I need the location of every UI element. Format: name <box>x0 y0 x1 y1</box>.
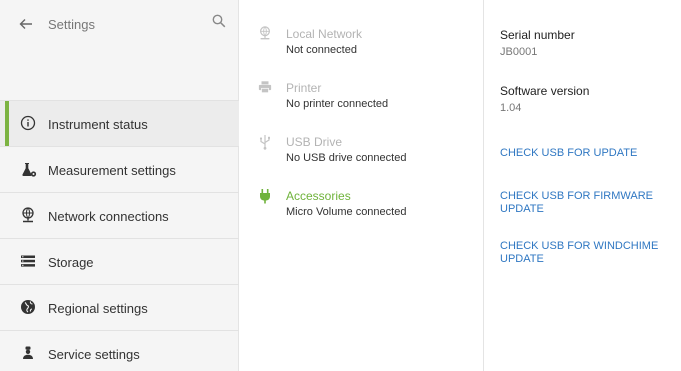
sidebar-item-regional-settings[interactable]: Regional settings <box>0 284 239 330</box>
software-version-value: 1.04 <box>500 102 522 114</box>
check-usb-windchime-update-button[interactable]: CHECK USB FOR WINDCHIME UPDATE <box>500 240 675 266</box>
connections-panel: Local Network Not connected Printer No p… <box>240 0 484 371</box>
globe-icon <box>20 299 38 317</box>
connection-name: USB Drive <box>286 135 343 149</box>
usb-icon <box>258 134 272 150</box>
globe-network-icon <box>20 207 38 225</box>
sidebar-item-storage[interactable]: Storage <box>0 238 239 284</box>
sidebar-item-label: Instrument status <box>48 117 148 132</box>
storage-list-icon <box>20 253 38 271</box>
connection-name: Local Network <box>286 27 363 41</box>
connection-printer: Printer No printer connected <box>240 54 484 110</box>
sidebar-title: Settings <box>48 17 95 32</box>
serial-number-label: Serial number <box>500 28 575 42</box>
sidebar-item-service-settings[interactable]: Service settings <box>0 330 239 371</box>
sidebar-header: Settings <box>0 0 239 100</box>
settings-sidebar: Settings Instrument status Measurement s… <box>0 0 239 371</box>
arrow-left-icon[interactable] <box>18 16 38 36</box>
printer-icon <box>258 80 272 94</box>
check-usb-update-button[interactable]: CHECK USB FOR UPDATE <box>500 147 675 160</box>
service-person-icon <box>20 345 38 363</box>
active-indicator <box>5 101 9 147</box>
connection-name: Printer <box>286 81 322 95</box>
connection-local-network: Local Network Not connected <box>240 0 484 56</box>
connection-status: Micro Volume connected <box>286 206 407 218</box>
sidebar-item-measurement-settings[interactable]: Measurement settings <box>0 146 239 192</box>
sidebar-item-label: Network connections <box>48 209 169 224</box>
plug-icon <box>258 188 272 204</box>
sidebar-item-label: Service settings <box>48 347 140 362</box>
search-icon[interactable] <box>212 14 228 30</box>
flask-gear-icon <box>20 161 38 179</box>
sidebar-item-label: Regional settings <box>48 301 148 316</box>
connection-accessories: Accessories Micro Volume connected <box>240 162 484 218</box>
sidebar-item-network-connections[interactable]: Network connections <box>0 192 239 238</box>
connection-usb-drive: USB Drive No USB drive connected <box>240 108 484 164</box>
info-circle-icon <box>20 115 38 133</box>
connection-name: Accessories <box>286 189 351 203</box>
network-icon <box>258 26 272 40</box>
sidebar-item-label: Measurement settings <box>48 163 176 178</box>
serial-number-value: JB0001 <box>500 46 538 58</box>
sidebar-item-instrument-status[interactable]: Instrument status <box>0 100 239 147</box>
check-usb-firmware-update-button[interactable]: CHECK USB FOR FIRMWARE UPDATE <box>500 190 675 216</box>
sidebar-item-label: Storage <box>48 255 94 270</box>
software-version-label: Software version <box>500 84 590 98</box>
instrument-info-panel: Serial number JB0001 Software version 1.… <box>485 0 681 371</box>
